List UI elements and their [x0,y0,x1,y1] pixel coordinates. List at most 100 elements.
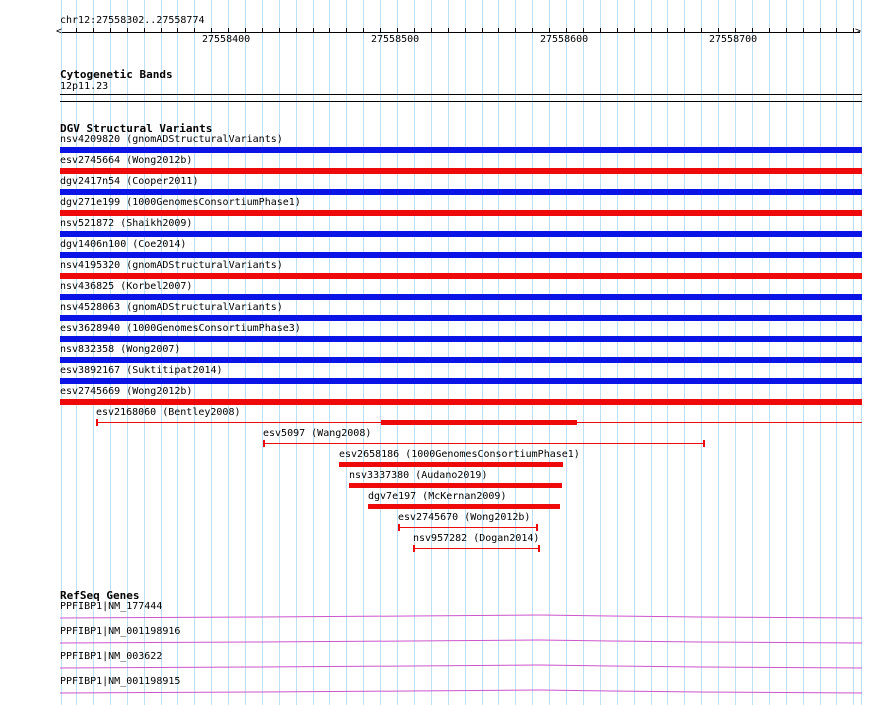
grid-line [448,0,449,705]
variant-label: nsv832358 (Wong2007) [60,344,181,355]
cytoband-track-title: Cytogenetic Bands [60,68,173,81]
variant-span-line[interactable] [263,443,705,444]
grid-line [752,0,753,705]
grid-line [820,0,821,705]
grid-line [853,0,854,705]
ruler-minor-tick [617,28,618,32]
variant-bar[interactable] [60,168,862,174]
grid-line [498,0,499,705]
grid-line [684,0,685,705]
grid-line [600,0,601,705]
variant-label: nsv4528063 (gnomADStructuralVariants) [60,302,283,313]
variant-label: esv2745670 (Wong2012b) [398,512,531,523]
grid-line [617,0,618,705]
variant-bar[interactable] [60,336,862,342]
ruler-minor-tick [701,28,702,32]
ruler-right-arrow: > [855,26,862,37]
ruler-minor-tick [752,28,753,32]
variant-bar[interactable] [60,189,862,195]
grid-line [397,0,398,705]
ruler-minor-tick [482,28,483,32]
variant-bar[interactable] [60,147,862,153]
grid-line [262,0,263,705]
grid-line [414,0,415,705]
grid-line [803,0,804,705]
ruler-tick-label: 27558400 [202,34,251,45]
grid-line [515,0,516,705]
grid-line [431,0,432,705]
gene-model[interactable] [60,662,862,670]
variant-bar[interactable] [60,357,862,363]
variant-bar[interactable] [60,273,862,279]
variant-label: esv2168060 (Bentley2008) [96,407,241,418]
variant-span-line[interactable] [398,527,538,528]
cytoband-band-bottom[interactable] [60,101,862,102]
variant-label: dgv271e199 (1000GenomesConsortiumPhase1) [60,197,301,208]
variant-endcap [96,419,98,426]
ruler-minor-tick [245,28,246,32]
ruler-minor-tick [329,28,330,32]
variant-bar[interactable] [60,315,862,321]
ruler-minor-tick [76,28,77,32]
variant-bar[interactable] [368,504,560,509]
ruler-minor-tick [532,28,533,32]
variant-bar[interactable] [60,399,862,405]
grid-line [380,0,381,705]
variant-label: nsv4209820 (gnomADStructuralVariants) [60,134,283,145]
variant-bar[interactable] [60,378,862,384]
grid-line [718,0,719,705]
variant-label: nsv957282 (Dogan2014) [413,533,540,544]
ruler-minor-tick [803,28,804,32]
grid-line [482,0,483,705]
ruler-minor-tick [718,28,719,32]
ruler-tick-label: 27558500 [371,34,420,45]
variant-endcap [536,524,538,531]
ruler-minor-tick [296,28,297,32]
ruler-left-arrow: < [56,26,63,37]
variant-bar[interactable] [60,252,862,258]
ruler-minor-tick [583,28,584,32]
ruler-minor-tick [684,28,685,32]
grid-line [583,0,584,705]
grid-line [245,0,246,705]
ruler-minor-tick [414,28,415,32]
ruler-minor-tick [786,28,787,32]
grid-line [313,0,314,705]
grid-line [566,0,567,705]
ruler-minor-tick [313,28,314,32]
ruler-minor-tick [93,28,94,32]
variant-bar[interactable] [60,231,862,237]
ruler-minor-tick [634,28,635,32]
gene-model[interactable] [60,612,862,620]
ruler-minor-tick [211,28,212,32]
ruler-minor-tick [127,28,128,32]
ruler-tick-label: 27558600 [540,34,589,45]
grid-line [211,0,212,705]
ruler-minor-tick [515,28,516,32]
ruler-minor-tick [566,28,567,32]
ruler-minor-tick [397,28,398,32]
cytoband-band-top[interactable] [60,94,862,95]
variant-bar[interactable] [60,210,862,216]
variant-bar[interactable] [339,462,563,467]
variant-label: dgv1406n100 (Coe2014) [60,239,187,250]
variant-bar[interactable] [60,294,862,300]
genome-browser-view: chr12:27558302..27558774 < > 27558400 27… [0,0,890,705]
grid-line [786,0,787,705]
ruler-minor-tick [549,28,550,32]
ruler-minor-tick [346,28,347,32]
variant-bar[interactable] [381,420,577,425]
grid-line [735,0,736,705]
grid-line [836,0,837,705]
gene-model[interactable] [60,687,862,695]
ruler-minor-tick [600,28,601,32]
ruler-minor-tick [820,28,821,32]
variant-bar[interactable] [349,483,562,488]
variant-span-line[interactable] [413,548,540,549]
ruler-minor-tick [279,28,280,32]
gene-model[interactable] [60,637,862,645]
grid-line [651,0,652,705]
variant-endcap [413,545,415,552]
grid-line [194,0,195,705]
gene-line [60,664,862,669]
